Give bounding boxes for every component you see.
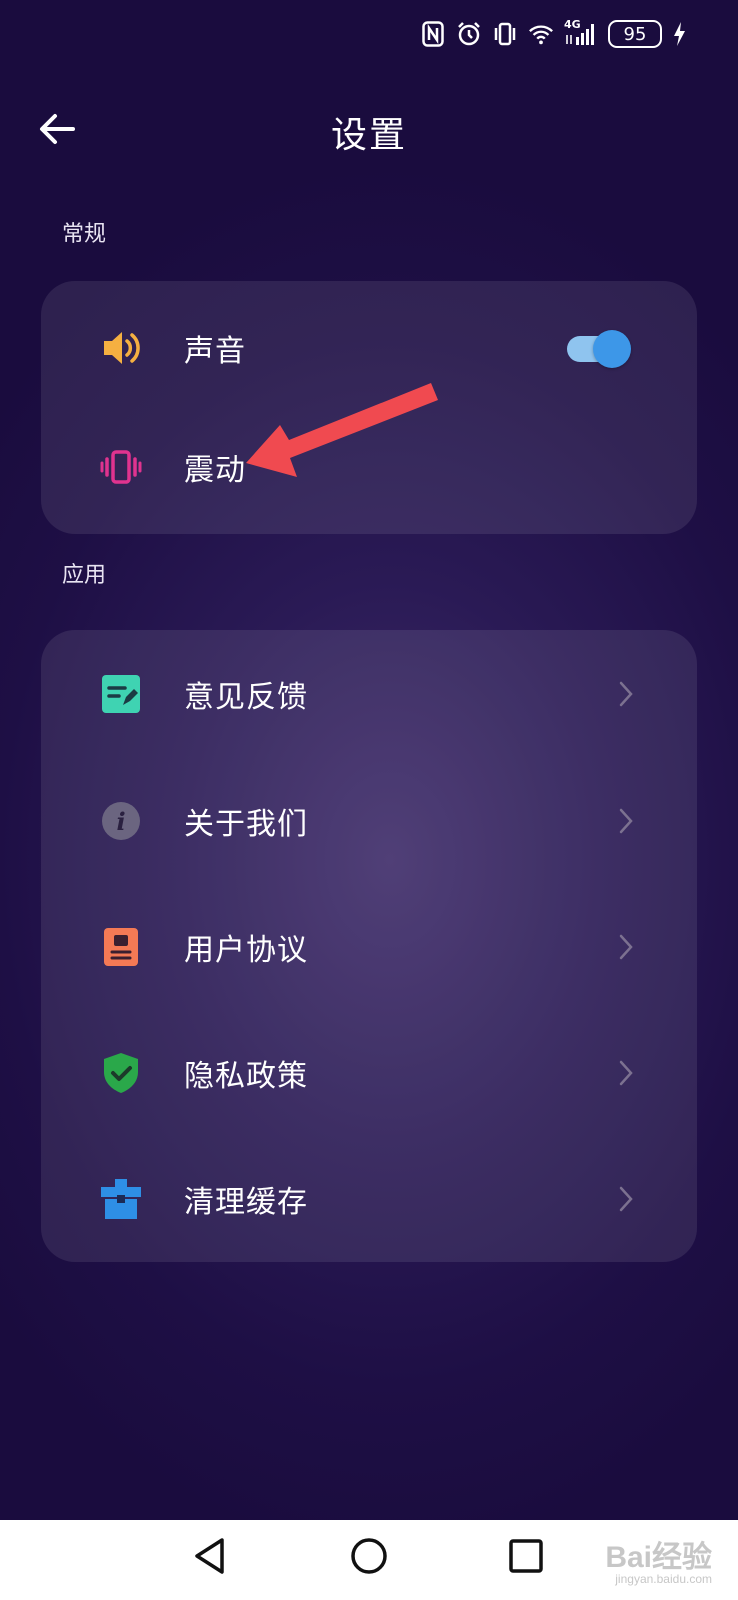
alarm-icon bbox=[456, 20, 482, 48]
vibrate-mode-icon bbox=[492, 20, 518, 48]
general-settings-card: 声音 震动 bbox=[41, 281, 697, 534]
watermark-url: jingyan.baidu.com bbox=[615, 1572, 712, 1586]
vibration-icon bbox=[99, 445, 143, 489]
nav-home-button[interactable] bbox=[347, 1536, 391, 1580]
settings-item-label: 用户协议 bbox=[184, 933, 308, 968]
chevron-right-icon bbox=[615, 1058, 637, 1088]
battery-level: 95 bbox=[623, 23, 647, 45]
navigation-bar: Bai经验 jingyan.baidu.com bbox=[0, 1520, 738, 1600]
info-icon: i bbox=[99, 799, 143, 843]
speaker-icon bbox=[99, 326, 143, 370]
settings-item-user-agreement[interactable]: 用户协议 bbox=[41, 892, 697, 1002]
settings-item-about-us[interactable]: i 关于我们 bbox=[41, 766, 697, 876]
chevron-right-icon bbox=[615, 806, 637, 836]
toolbox-icon bbox=[99, 1177, 143, 1221]
toggle-knob bbox=[593, 330, 631, 368]
nav-recents-button[interactable] bbox=[504, 1536, 548, 1580]
network-type-label: 4G bbox=[564, 18, 581, 31]
settings-item-label: 意见反馈 bbox=[184, 680, 308, 715]
settings-item-label: 声音 bbox=[184, 334, 246, 369]
circle-home-icon bbox=[350, 1537, 388, 1579]
settings-item-feedback[interactable]: 意见反馈 bbox=[41, 639, 697, 749]
app-settings-card: 意见反馈 i 关于我们 用户协议 隐私政策 清理缓存 bbox=[41, 630, 697, 1262]
settings-item-label: 关于我们 bbox=[184, 807, 308, 842]
watermark-logo: Bai经验 bbox=[605, 1541, 712, 1574]
signal-icon: 4G bbox=[564, 18, 598, 48]
status-bar: 4G 95 bbox=[420, 14, 686, 54]
chevron-right-icon bbox=[615, 932, 637, 962]
nav-back-button[interactable] bbox=[188, 1536, 232, 1580]
shield-check-icon bbox=[99, 1051, 143, 1095]
svg-text:i: i bbox=[116, 807, 125, 836]
chevron-right-icon bbox=[615, 679, 637, 709]
square-recents-icon bbox=[508, 1538, 544, 1578]
settings-item-vibration[interactable]: 震动 bbox=[41, 412, 697, 522]
header: 设置 bbox=[0, 100, 738, 160]
settings-item-label: 震动 bbox=[184, 453, 246, 488]
settings-item-privacy-policy[interactable]: 隐私政策 bbox=[41, 1018, 697, 1128]
section-label-general: 常规 bbox=[62, 222, 107, 247]
section-label-apps: 应用 bbox=[62, 563, 107, 588]
battery-icon: 95 bbox=[608, 20, 662, 48]
settings-item-clear-cache[interactable]: 清理缓存 bbox=[41, 1144, 697, 1254]
charging-icon bbox=[672, 20, 686, 48]
triangle-back-icon bbox=[192, 1537, 228, 1579]
agreement-icon bbox=[99, 925, 143, 969]
sound-toggle[interactable] bbox=[567, 330, 631, 368]
feedback-icon bbox=[99, 672, 143, 716]
page-title: 设置 bbox=[330, 115, 407, 156]
nfc-icon bbox=[420, 20, 446, 48]
wifi-icon bbox=[528, 20, 554, 48]
chevron-right-icon bbox=[615, 1184, 637, 1214]
settings-item-sound[interactable]: 声音 bbox=[41, 293, 697, 403]
settings-item-label: 隐私政策 bbox=[184, 1059, 308, 1094]
settings-item-label: 清理缓存 bbox=[184, 1185, 308, 1220]
